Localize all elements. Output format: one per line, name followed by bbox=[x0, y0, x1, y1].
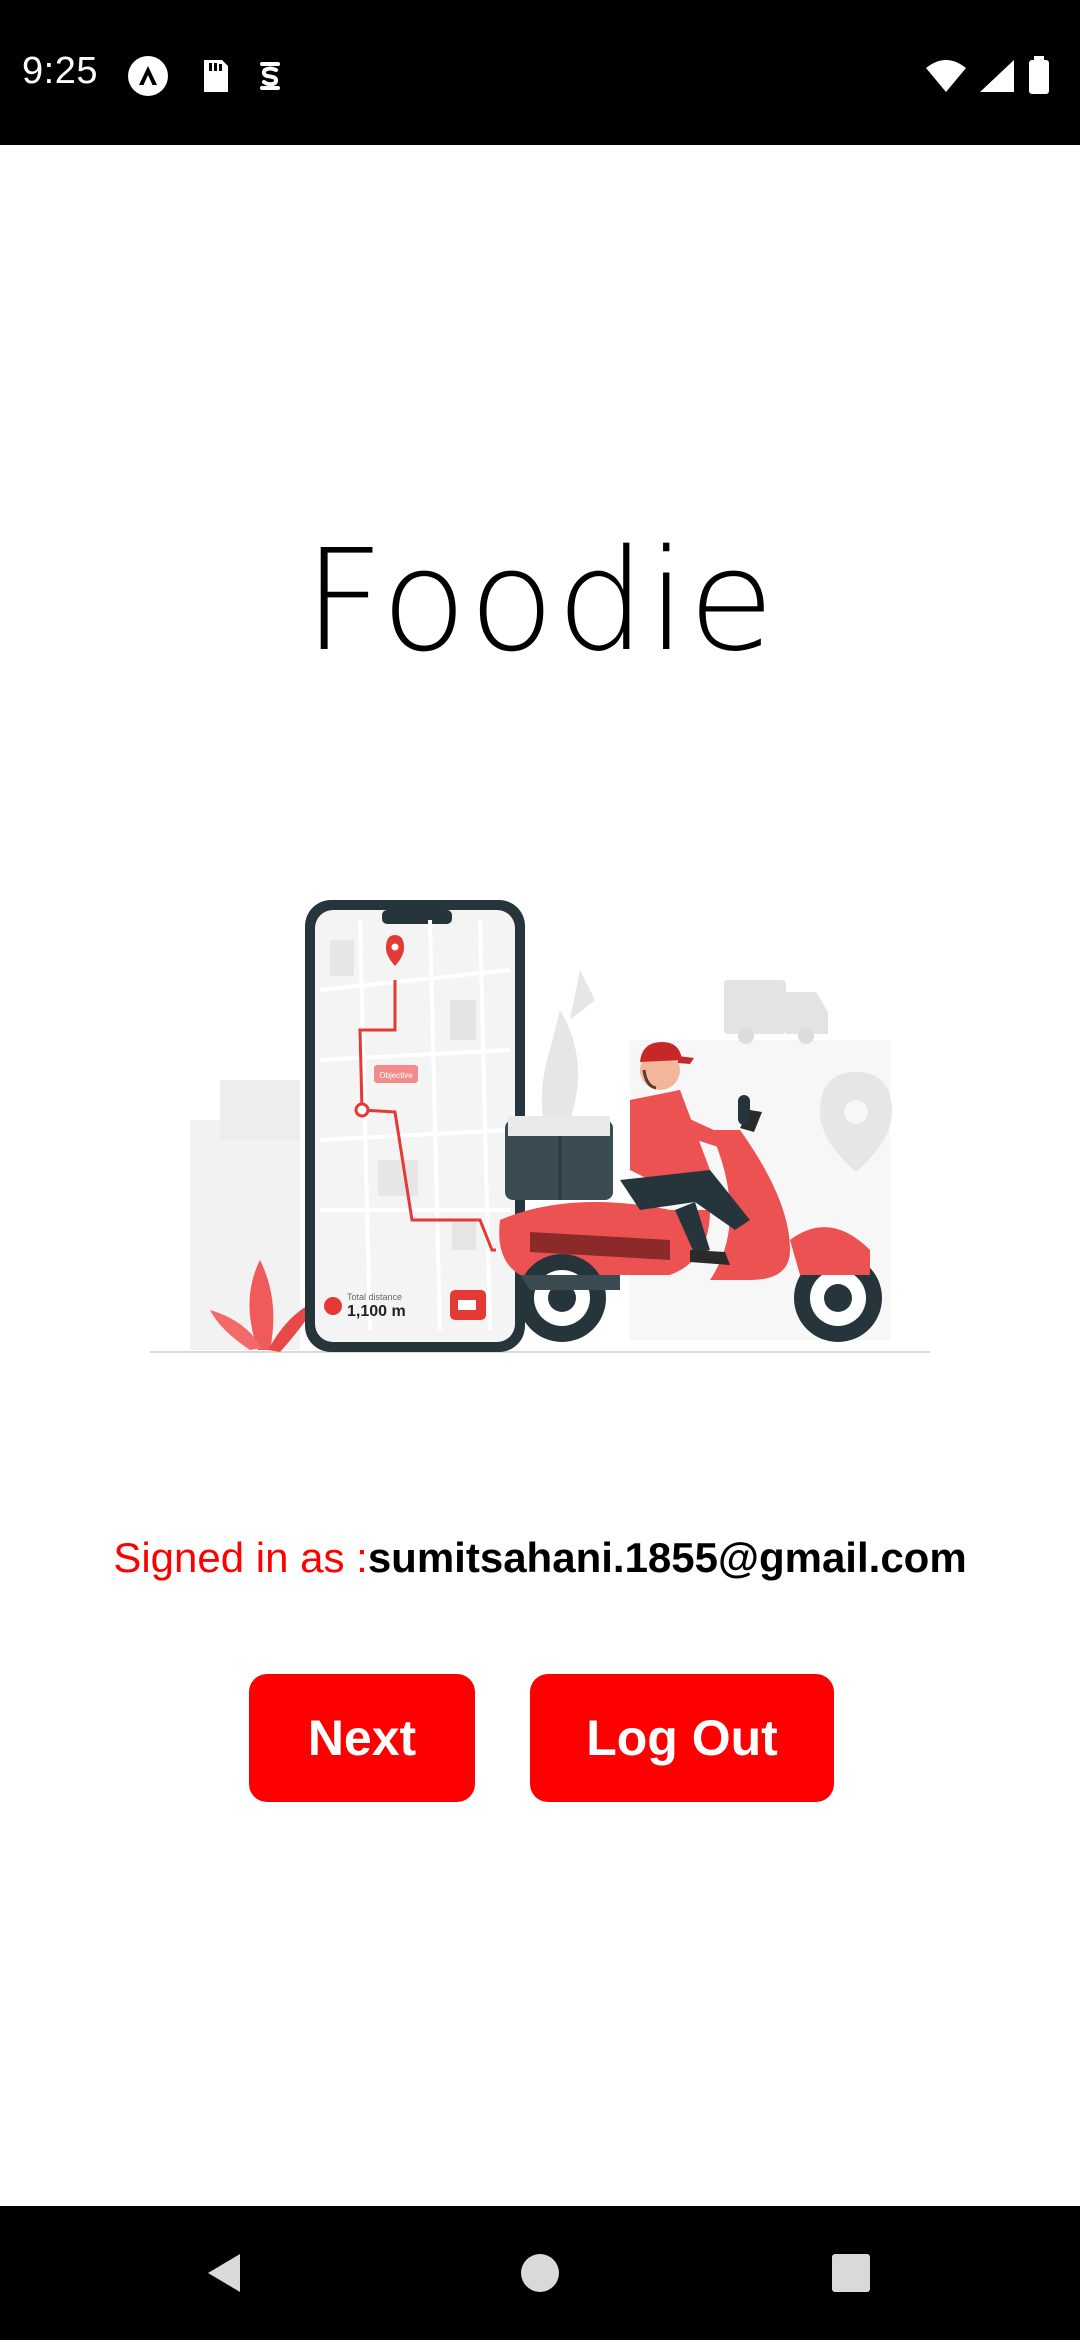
signed-in-label: Signed in as : bbox=[113, 1534, 368, 1581]
sd-card-icon bbox=[204, 60, 228, 92]
status-time: 9:25 bbox=[22, 50, 98, 92]
cell-signal-icon bbox=[980, 60, 1014, 92]
back-icon[interactable] bbox=[200, 2248, 250, 2298]
logout-button[interactable]: Log Out bbox=[530, 1674, 834, 1802]
status-right-cluster bbox=[924, 56, 1052, 96]
status-bar: 9:25 bbox=[0, 0, 1080, 145]
navigation-bar bbox=[0, 2206, 1080, 2340]
recents-icon[interactable] bbox=[826, 2248, 876, 2298]
user-email: sumitsahani.1855@gmail.com bbox=[367, 1534, 967, 1581]
home-icon[interactable] bbox=[515, 2248, 565, 2298]
next-button[interactable]: Next bbox=[249, 1674, 475, 1802]
screen: 9:25 Foodie Objective Total distance 1,1… bbox=[0, 0, 1080, 2340]
map-tag-label: Objective bbox=[379, 1071, 413, 1080]
distance-value: 1,100 m bbox=[347, 1303, 406, 1320]
sync-app-icon bbox=[260, 62, 280, 90]
signed-in-status: Signed in as :sumitsahani.1855@gmail.com bbox=[0, 1534, 1080, 1582]
battery-icon bbox=[1029, 56, 1049, 94]
distance-caption: Total distance bbox=[347, 1292, 402, 1302]
app-title: Foodie bbox=[303, 520, 777, 683]
wifi-icon bbox=[926, 60, 966, 92]
autofill-icon bbox=[128, 56, 168, 96]
delivery-scooter-illustration: Objective Total distance 1,100 m bbox=[150, 900, 930, 1353]
